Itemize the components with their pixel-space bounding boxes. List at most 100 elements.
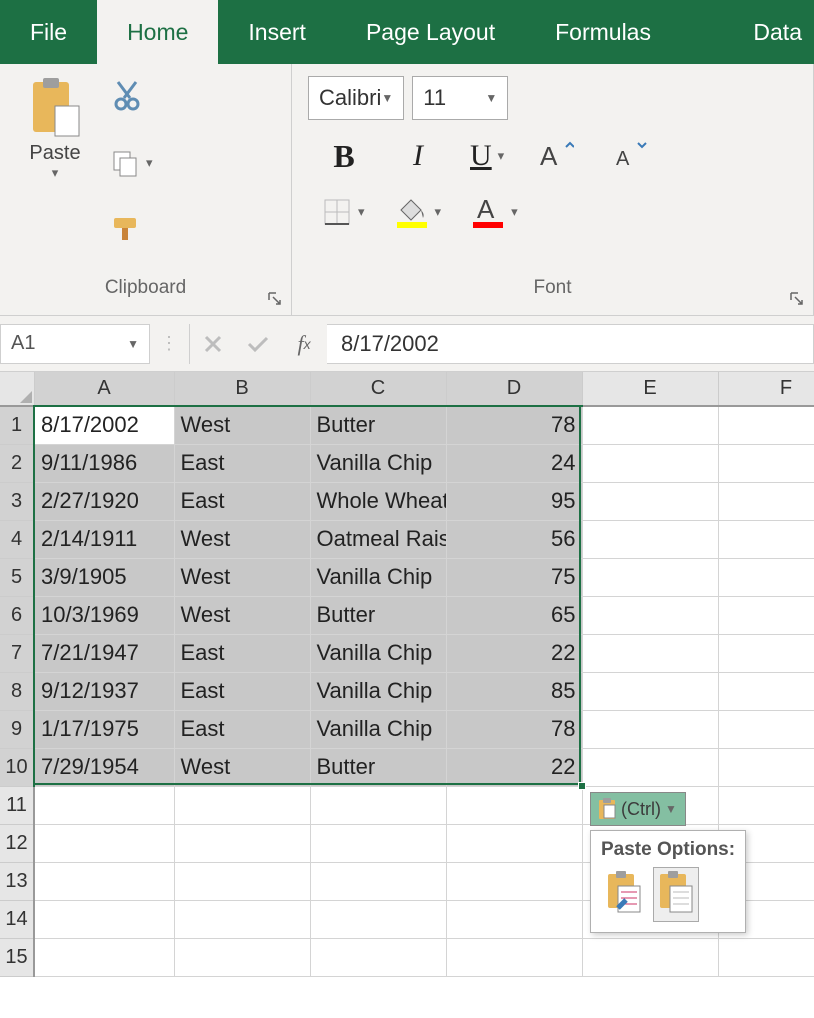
cell[interactable] <box>582 444 718 482</box>
tab-data[interactable]: Data <box>723 0 814 64</box>
cell[interactable] <box>718 786 814 824</box>
paste-option-values[interactable] <box>653 867 699 922</box>
cell[interactable] <box>718 520 814 558</box>
select-all-cell[interactable] <box>0 372 34 406</box>
cell[interactable] <box>582 520 718 558</box>
cell[interactable]: 24 <box>446 444 582 482</box>
row-header[interactable]: 12 <box>0 824 34 862</box>
bold-button[interactable]: B <box>322 134 366 178</box>
row-header[interactable]: 9 <box>0 710 34 748</box>
cell[interactable]: 9/11/1986 <box>34 444 174 482</box>
cell[interactable] <box>174 862 310 900</box>
cell[interactable]: Vanilla Chip <box>310 634 446 672</box>
cell[interactable]: Butter <box>310 596 446 634</box>
column-header[interactable]: D <box>446 372 582 406</box>
cell[interactable]: West <box>174 520 310 558</box>
column-header[interactable]: E <box>582 372 718 406</box>
paste-ctrl-button[interactable]: (Ctrl) ▼ <box>590 792 686 826</box>
row-header[interactable]: 7 <box>0 634 34 672</box>
row-header[interactable]: 1 <box>0 406 34 444</box>
cell[interactable] <box>34 900 174 938</box>
cut-button[interactable] <box>106 76 157 114</box>
column-header[interactable]: C <box>310 372 446 406</box>
cell[interactable]: West <box>174 596 310 634</box>
cell[interactable] <box>718 748 814 786</box>
cell[interactable] <box>582 406 718 444</box>
underline-button[interactable]: U ▾ <box>470 139 504 173</box>
cell[interactable] <box>446 824 582 862</box>
cell[interactable] <box>718 672 814 710</box>
column-header[interactable]: F <box>718 372 814 406</box>
cell[interactable]: East <box>174 672 310 710</box>
cell[interactable]: 22 <box>446 748 582 786</box>
cell[interactable] <box>718 444 814 482</box>
copy-button[interactable]: ▾ <box>106 146 157 180</box>
cell[interactable] <box>446 862 582 900</box>
cell[interactable] <box>582 482 718 520</box>
cell[interactable] <box>34 824 174 862</box>
cell[interactable] <box>310 786 446 824</box>
font-name-combo[interactable]: Calibri ▼ <box>308 76 404 120</box>
cell[interactable]: West <box>174 748 310 786</box>
cell[interactable]: East <box>174 482 310 520</box>
cell[interactable]: 85 <box>446 672 582 710</box>
grip-vertical-icon[interactable]: ⋮ <box>150 333 189 354</box>
cell[interactable] <box>582 672 718 710</box>
cancel-formula-button[interactable] <box>189 324 235 364</box>
cell[interactable]: 75 <box>446 558 582 596</box>
cell[interactable]: Vanilla Chip <box>310 710 446 748</box>
cell[interactable] <box>718 710 814 748</box>
cell[interactable]: 2/27/1920 <box>34 482 174 520</box>
name-box[interactable]: A1 ▼ <box>0 324 150 364</box>
enter-formula-button[interactable] <box>235 324 281 364</box>
font-size-combo[interactable]: 11 ▼ <box>412 76 508 120</box>
font-color-button[interactable]: A ▾ <box>471 196 518 228</box>
cell[interactable] <box>582 634 718 672</box>
cell[interactable] <box>174 824 310 862</box>
row-header[interactable]: 2 <box>0 444 34 482</box>
cell[interactable]: Vanilla Chip <box>310 444 446 482</box>
tab-formulas[interactable]: Formulas <box>525 0 681 64</box>
cell[interactable]: 2/14/1911 <box>34 520 174 558</box>
cell[interactable] <box>582 938 718 976</box>
cell[interactable]: 22 <box>446 634 582 672</box>
cell[interactable]: 95 <box>446 482 582 520</box>
tab-home[interactable]: Home <box>97 0 218 64</box>
cell[interactable] <box>582 748 718 786</box>
cell[interactable]: Butter <box>310 748 446 786</box>
row-header[interactable]: 13 <box>0 862 34 900</box>
cell[interactable]: East <box>174 634 310 672</box>
cell[interactable] <box>718 406 814 444</box>
cell[interactable] <box>582 710 718 748</box>
row-header[interactable]: 15 <box>0 938 34 976</box>
row-header[interactable]: 11 <box>0 786 34 824</box>
cell[interactable]: 7/29/1954 <box>34 748 174 786</box>
shrink-font-button[interactable]: A <box>608 134 652 178</box>
formula-input[interactable]: 8/17/2002 <box>327 324 814 364</box>
cell[interactable] <box>446 786 582 824</box>
dialog-launcher-icon[interactable] <box>267 291 283 307</box>
cell[interactable] <box>718 482 814 520</box>
tab-file[interactable]: File <box>0 0 97 64</box>
row-header[interactable]: 6 <box>0 596 34 634</box>
cell[interactable] <box>718 596 814 634</box>
row-header[interactable]: 10 <box>0 748 34 786</box>
cell[interactable]: 10/3/1969 <box>34 596 174 634</box>
cell[interactable] <box>310 824 446 862</box>
paste-option-all[interactable] <box>601 867 647 922</box>
row-header[interactable]: 5 <box>0 558 34 596</box>
row-header[interactable]: 4 <box>0 520 34 558</box>
cell[interactable] <box>174 786 310 824</box>
cell[interactable]: Vanilla Chip <box>310 672 446 710</box>
cell[interactable] <box>34 862 174 900</box>
column-header[interactable]: A <box>34 372 174 406</box>
cell[interactable]: East <box>174 710 310 748</box>
grow-font-button[interactable]: A <box>534 134 578 178</box>
cell[interactable] <box>174 938 310 976</box>
row-header[interactable]: 8 <box>0 672 34 710</box>
dialog-launcher-icon[interactable] <box>789 291 805 307</box>
cell[interactable]: 78 <box>446 710 582 748</box>
cell[interactable]: 3/9/1905 <box>34 558 174 596</box>
row-header[interactable]: 14 <box>0 900 34 938</box>
cell[interactable]: Whole Wheat <box>310 482 446 520</box>
